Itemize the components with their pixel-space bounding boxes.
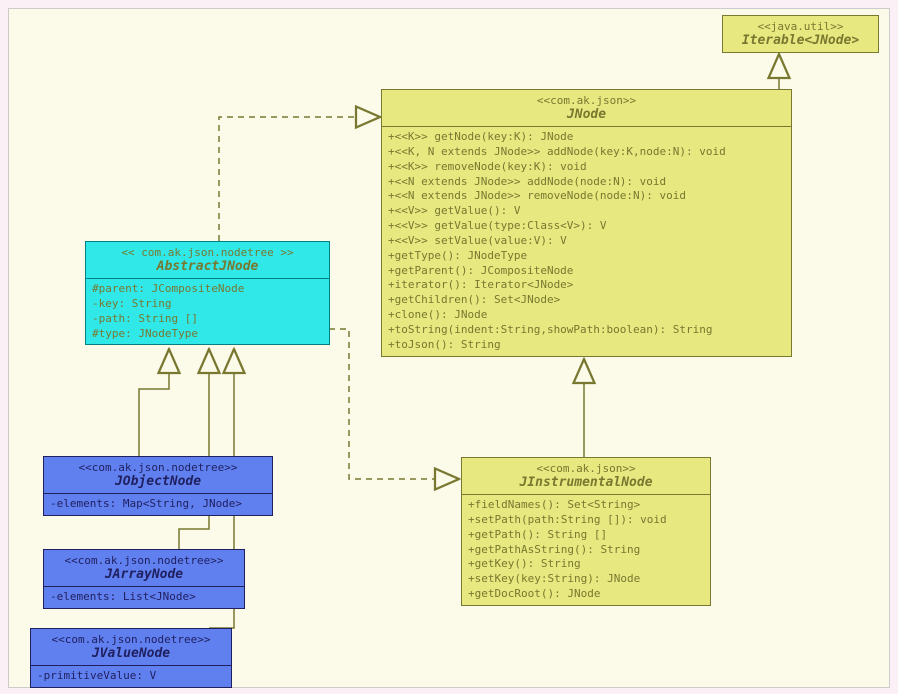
class-name: Iterable<JNode>	[731, 33, 870, 48]
class-jnode: <<com.ak.json>> JNode +<<K>> getNode(key…	[381, 89, 792, 357]
method: +toString(indent:String,showPath:boolean…	[388, 323, 785, 338]
method: +<<V>> getValue(): V	[388, 204, 785, 219]
class-name: JInstrumentalNode	[470, 475, 702, 490]
attr: -key: String	[92, 297, 323, 312]
class-jobjectnode: <<com.ak.json.nodetree>> JObjectNode -el…	[43, 456, 273, 516]
attr: #parent: JCompositeNode	[92, 282, 323, 297]
class-jarraynode: <<com.ak.json.nodetree>> JArrayNode -ele…	[43, 549, 245, 609]
method: +<<V>> setValue(value:V): V	[388, 234, 785, 249]
method: +getType(): JNodeType	[388, 249, 785, 264]
class-name: AbstractJNode	[94, 259, 321, 274]
attr: -elements: List<JNode>	[50, 590, 238, 605]
attrs-section: #parent: JCompositeNode -key: String -pa…	[86, 279, 329, 344]
stereotype: <<com.ak.json>>	[390, 94, 783, 107]
attrs-section: -elements: Map<String, JNode>	[44, 494, 272, 515]
stereotype: << com.ak.json.nodetree >>	[94, 246, 321, 259]
method: +getParent(): JCompositeNode	[388, 264, 785, 279]
class-iterable: <<java.util>> Iterable<JNode>	[722, 15, 879, 53]
method: +<<K, N extends JNode>> addNode(key:K,no…	[388, 145, 785, 160]
stereotype: <<com.ak.json>>	[470, 462, 702, 475]
method: +getChildren(): Set<JNode>	[388, 293, 785, 308]
method: +clone(): JNode	[388, 308, 785, 323]
methods-section: +<<K>> getNode(key:K): JNode +<<K, N ext…	[382, 127, 791, 356]
stereotype: <<com.ak.json.nodetree>>	[52, 461, 264, 474]
class-abstractjnode: << com.ak.json.nodetree >> AbstractJNode…	[85, 241, 330, 345]
attr: -elements: Map<String, JNode>	[50, 497, 266, 512]
method: +fieldNames(): Set<String>	[468, 498, 704, 513]
methods-section: +fieldNames(): Set<String> +setPath(path…	[462, 495, 710, 605]
attr: -primitiveValue: V	[37, 669, 225, 684]
class-jinstrumentalnode: <<com.ak.json>> JInstrumentalNode +field…	[461, 457, 711, 606]
attrs-section: -primitiveValue: V	[31, 666, 231, 687]
method: +getPath(): String []	[468, 528, 704, 543]
method: +iterator(): Iterator<JNode>	[388, 278, 785, 293]
class-name: JObjectNode	[52, 474, 264, 489]
method: +<<V>> getValue(type:Class<V>): V	[388, 219, 785, 234]
method: +<<K>> removeNode(key:K): void	[388, 160, 785, 175]
attrs-section: -elements: List<JNode>	[44, 587, 244, 608]
attr: #type: JNodeType	[92, 327, 323, 342]
method: +setKey(key:String): JNode	[468, 572, 704, 587]
uml-diagram: <<java.util>> Iterable<JNode> <<com.ak.j…	[8, 8, 890, 688]
class-jvaluenode: <<com.ak.json.nodetree>> JValueNode -pri…	[30, 628, 232, 688]
method: +toJson(): String	[388, 338, 785, 353]
method: +<<K>> getNode(key:K): JNode	[388, 130, 785, 145]
stereotype: <<com.ak.json.nodetree>>	[52, 554, 236, 567]
class-name: JArrayNode	[52, 567, 236, 582]
method: +getPathAsString(): String	[468, 543, 704, 558]
stereotype: <<java.util>>	[731, 20, 870, 33]
method: +getKey(): String	[468, 557, 704, 572]
stereotype: <<com.ak.json.nodetree>>	[39, 633, 223, 646]
class-name: JNode	[390, 107, 783, 122]
attr: -path: String []	[92, 312, 323, 327]
method: +<<N extends JNode>> removeNode(node:N):…	[388, 189, 785, 204]
class-name: JValueNode	[39, 646, 223, 661]
method: +getDocRoot(): JNode	[468, 587, 704, 602]
method: +setPath(path:String []): void	[468, 513, 704, 528]
method: +<<N extends JNode>> addNode(node:N): vo…	[388, 175, 785, 190]
